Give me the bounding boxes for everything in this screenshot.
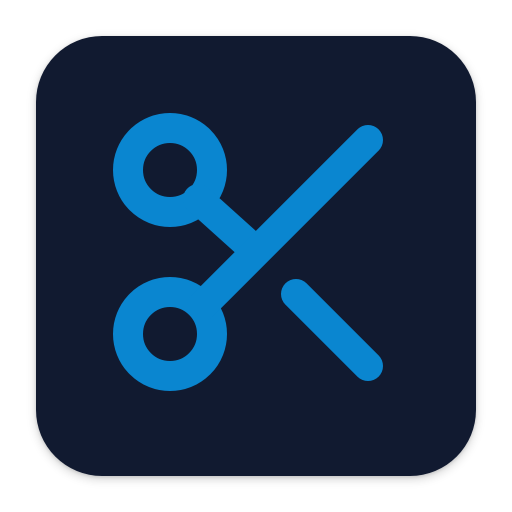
scissors-icon	[36, 36, 476, 476]
icon-stage	[0, 0, 512, 512]
app-icon[interactable]	[36, 36, 476, 476]
